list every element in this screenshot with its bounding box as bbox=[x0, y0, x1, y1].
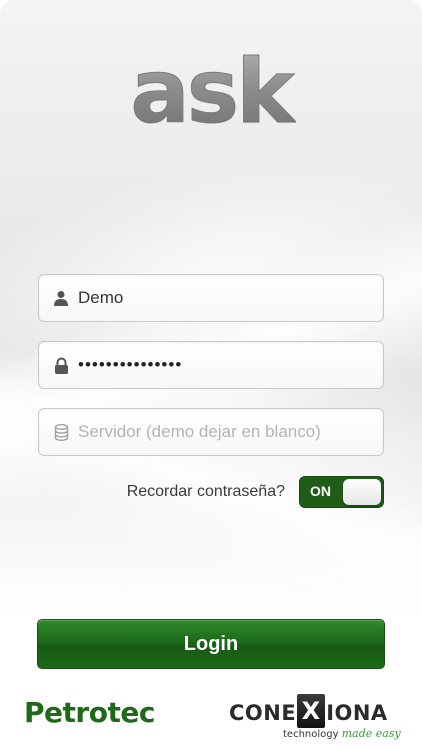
petrotec-logo-text: Petrotec bbox=[24, 696, 155, 729]
server-field[interactable]: Servidor (demo dejar en blanco) bbox=[38, 408, 384, 456]
username-field[interactable]: Demo bbox=[38, 274, 384, 322]
remember-label: Recordar contraseña? bbox=[126, 483, 285, 500]
conexiona-suffix: IONA bbox=[326, 701, 388, 725]
lock-icon bbox=[50, 354, 72, 376]
user-icon bbox=[50, 287, 72, 309]
remember-row: Recordar contraseña? ON bbox=[127, 476, 384, 508]
conexiona-logo-wordmark: CONE X IONA bbox=[229, 694, 411, 728]
logo-text: ask bbox=[130, 44, 296, 134]
server-placeholder: Servidor (demo dejar en blanco) bbox=[78, 422, 321, 441]
conexiona-logo: CONE X IONA technology made easy bbox=[229, 694, 411, 740]
login-button[interactable]: Login bbox=[37, 619, 385, 669]
database-icon bbox=[50, 421, 72, 443]
remember-toggle[interactable]: ON bbox=[299, 476, 384, 508]
login-screen: ask Demo ••••••••••••••• Servidor (demo … bbox=[0, 0, 422, 750]
toggle-knob[interactable] bbox=[343, 479, 381, 505]
conexiona-prefix: CONE bbox=[229, 701, 297, 725]
conexiona-tagline: technology made easy bbox=[229, 727, 411, 740]
username-value: Demo bbox=[78, 288, 124, 307]
conexiona-x-mark: X bbox=[297, 694, 326, 728]
ask-logo: ask bbox=[130, 44, 296, 134]
toggle-on-text: ON bbox=[310, 483, 331, 499]
petrotec-logo: Petrotec bbox=[24, 696, 155, 729]
app-logo: ask bbox=[0, 44, 422, 144]
password-field[interactable]: ••••••••••••••• bbox=[38, 341, 384, 389]
password-value: ••••••••••••••• bbox=[78, 355, 183, 374]
tagline-accent: made easy bbox=[341, 727, 401, 740]
tagline-plain: technology bbox=[283, 729, 339, 740]
